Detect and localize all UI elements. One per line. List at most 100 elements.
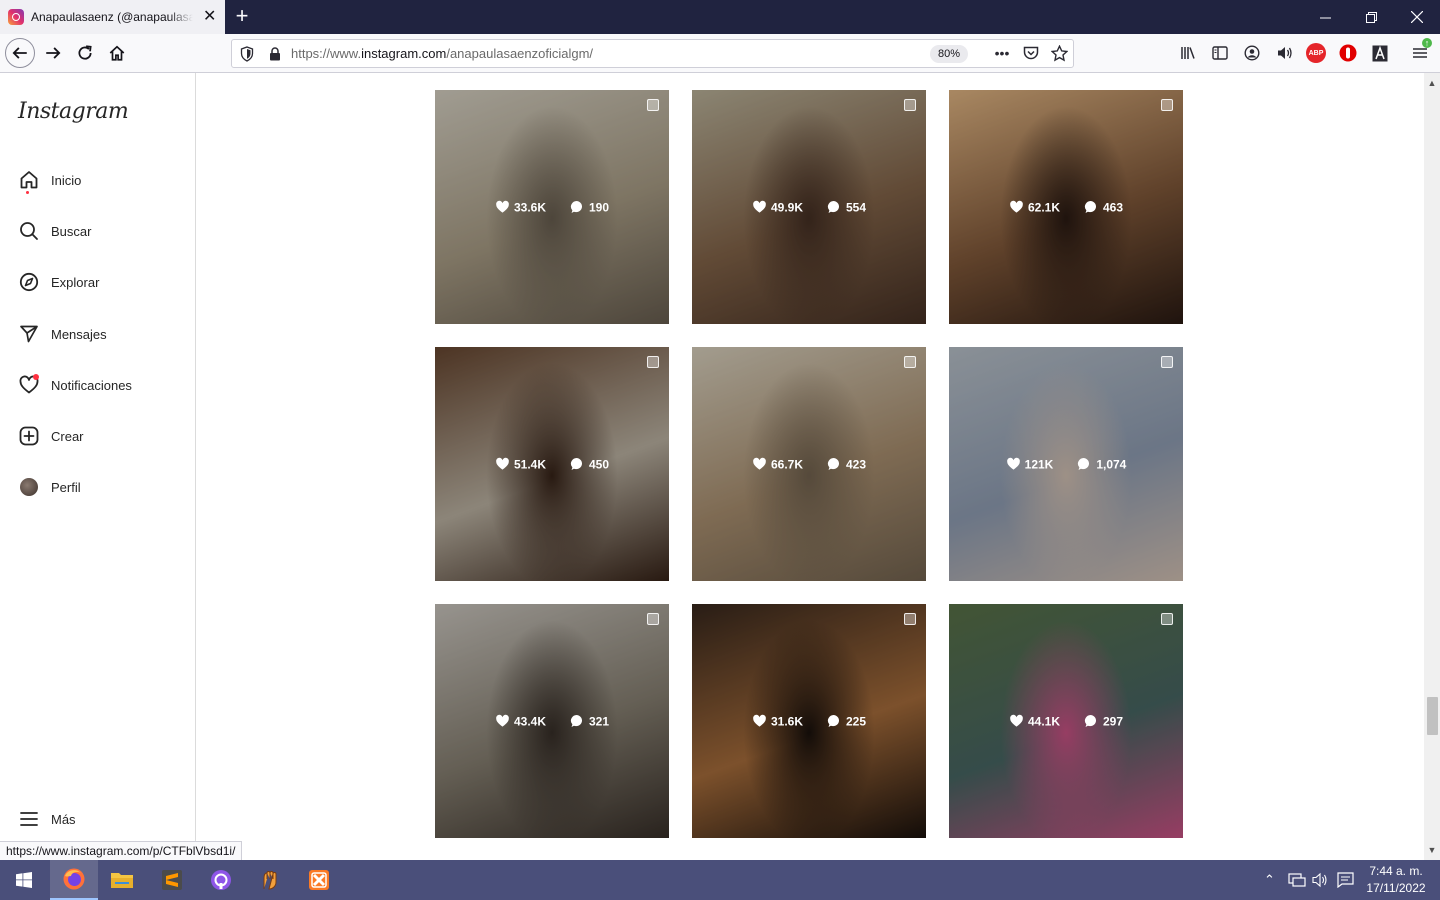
heart-icon: [18, 374, 40, 396]
comment-bubble-icon: [827, 714, 842, 729]
new-tab-button[interactable]: +: [230, 4, 254, 28]
likes-count: 33.6K: [513, 200, 546, 214]
likes-count: 44.1K: [1027, 714, 1060, 728]
compass-icon: [18, 271, 40, 293]
heart-filled-icon: [752, 200, 767, 215]
likes-stat: 33.6K: [495, 200, 546, 215]
taskbar-xampp[interactable]: [295, 860, 343, 900]
sidebar-item-explorar[interactable]: Explorar: [18, 270, 99, 294]
sublime-icon: [162, 870, 182, 890]
likes-count: 31.6K: [770, 714, 803, 728]
comments-count: 190: [589, 200, 610, 214]
post-stats: 43.4K 321: [435, 714, 669, 729]
start-button[interactable]: [0, 860, 48, 900]
instagram-sidebar: Instagram Inicio Buscar Explorar Mensaje…: [0, 73, 196, 860]
back-button[interactable]: [5, 38, 35, 68]
likes-stat: 31.6K: [752, 714, 803, 729]
sidebar-item-buscar[interactable]: Buscar: [18, 219, 91, 243]
taskbar-clock-date[interactable]: 17/11/2022: [1362, 881, 1430, 895]
app-menu-icon[interactable]: ↑: [1410, 38, 1432, 63]
comments-stat: 297: [1084, 714, 1123, 729]
page-actions-menu-icon[interactable]: •••: [992, 43, 1012, 63]
tab-close-icon[interactable]: ✕: [203, 9, 216, 25]
post-thumbnail[interactable]: 49.9K 554: [692, 90, 926, 324]
multiple-photos-icon: [1161, 613, 1173, 625]
browser-tab[interactable]: Anapaulasaenz (@anapaulasaenzoficialgm) …: [0, 0, 225, 34]
library-icon[interactable]: [1178, 43, 1198, 63]
tray-chevron-up-icon[interactable]: ⌃: [1264, 872, 1275, 888]
network-icon[interactable]: [1288, 872, 1306, 893]
post-thumbnail[interactable]: 66.7K 423: [692, 347, 926, 581]
url-text[interactable]: https://www.instagram.com/anapaulasaenzo…: [291, 46, 593, 61]
multiple-photos-icon: [904, 356, 916, 368]
notifications-center-icon[interactable]: [1337, 872, 1354, 893]
heart-filled-icon: [495, 200, 510, 215]
multiple-photos-icon: [1161, 99, 1173, 111]
home-button[interactable]: [102, 38, 132, 68]
post-thumbnail[interactable]: 31.6K 225: [692, 604, 926, 838]
bookmark-star-icon[interactable]: [1049, 43, 1069, 63]
post-thumbnail[interactable]: 121K 1,074: [949, 347, 1183, 581]
comments-stat: 450: [570, 457, 609, 472]
taskbar-sublime-text[interactable]: [148, 860, 196, 900]
sidebar-item-inicio[interactable]: Inicio: [18, 168, 81, 194]
sidebar-item-crear[interactable]: Crear: [18, 424, 84, 448]
scroll-down-arrow-icon[interactable]: ▼: [1424, 842, 1440, 858]
volume-icon[interactable]: [1312, 872, 1330, 893]
likes-stat: 121K: [1006, 457, 1053, 472]
likes-stat: 49.9K: [752, 200, 803, 215]
scroll-up-arrow-icon[interactable]: ▲: [1424, 75, 1440, 91]
post-thumbnail[interactable]: 43.4K 321: [435, 604, 669, 838]
sidebar-item-mensajes[interactable]: Mensajes: [18, 322, 107, 346]
ublock-icon[interactable]: [1338, 43, 1358, 63]
adblock-plus-icon[interactable]: ABP: [1306, 43, 1326, 63]
speaker-icon[interactable]: [1274, 43, 1294, 63]
pocket-icon[interactable]: [1021, 43, 1041, 63]
taskbar-clock-time[interactable]: 7:44 a. m.: [1362, 864, 1430, 878]
browser-titlebar: Anapaulasaenz (@anapaulasaenzoficialgm) …: [0, 0, 1440, 34]
sidebar-item-label: Perfil: [51, 479, 81, 495]
shield-icon: [240, 46, 254, 62]
comments-count: 554: [846, 200, 867, 214]
sidebar-item-perfil[interactable]: Perfil: [18, 475, 81, 499]
minimize-button[interactable]: [1302, 0, 1348, 34]
taskbar-mirc[interactable]: [246, 860, 294, 900]
notification-dot: [26, 191, 29, 194]
sidebar-item-notificaciones[interactable]: Notificaciones: [18, 373, 132, 397]
zoom-badge[interactable]: 80%: [930, 45, 968, 63]
sidebar-toggle-icon[interactable]: [1210, 43, 1230, 63]
multiple-photos-icon: [904, 99, 916, 111]
taskbar-github-desktop[interactable]: [197, 860, 245, 900]
heart-filled-icon: [752, 714, 767, 729]
arrow-right-icon: [46, 47, 61, 59]
post-thumbnail[interactable]: 51.4K 450: [435, 347, 669, 581]
post-thumbnail[interactable]: 44.1K 297: [949, 604, 1183, 838]
sidebar-item-label: Crear: [51, 428, 84, 444]
taskbar-firefox[interactable]: [50, 860, 98, 900]
home-icon: [18, 169, 40, 194]
account-icon[interactable]: [1242, 43, 1262, 63]
close-window-button[interactable]: [1394, 0, 1440, 34]
forward-button[interactable]: [38, 38, 68, 68]
instagram-favicon-icon: [8, 9, 24, 25]
scrollbar-thumb[interactable]: [1427, 697, 1438, 735]
notification-dot: [33, 374, 39, 380]
comment-bubble-icon: [570, 457, 585, 472]
post-stats: 66.7K 423: [692, 457, 926, 472]
reload-button[interactable]: [70, 38, 100, 68]
windows-taskbar: ⌃ 7:44 a. m. 17/11/2022: [0, 860, 1440, 900]
comment-bubble-icon: [570, 714, 585, 729]
sidebar-item-label: Mensajes: [51, 326, 107, 342]
instagram-logo[interactable]: Instagram: [18, 99, 129, 124]
comments-stat: 554: [827, 200, 866, 215]
extension-icon[interactable]: [1370, 43, 1390, 63]
post-thumbnail[interactable]: 33.6K 190: [435, 90, 669, 324]
comments-stat: 463: [1084, 200, 1123, 215]
comments-stat: 423: [827, 457, 866, 472]
sidebar-item-mas[interactable]: Más: [18, 807, 76, 831]
taskbar-file-explorer[interactable]: [98, 860, 146, 900]
page-scrollbar[interactable]: ▲ ▼: [1424, 73, 1440, 860]
send-icon: [18, 323, 40, 345]
restore-button[interactable]: [1348, 0, 1394, 34]
post-thumbnail[interactable]: 62.1K 463: [949, 90, 1183, 324]
